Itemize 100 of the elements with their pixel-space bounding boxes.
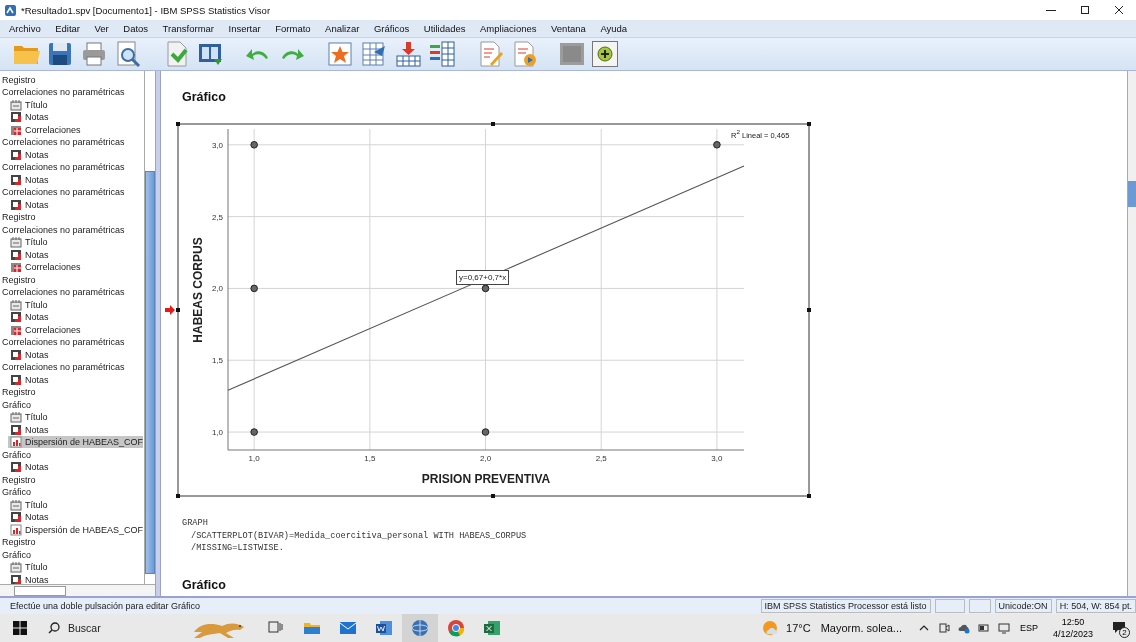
- tree-item[interactable]: Notas: [8, 148, 49, 161]
- tree-item[interactable]: Correlaciones no paramétricas: [0, 161, 125, 174]
- tree-item[interactable]: Notas: [8, 573, 49, 585]
- tree-item[interactable]: Registro: [0, 536, 36, 549]
- x-tick-label: 1,5: [364, 454, 376, 464]
- tree-item[interactable]: Registro: [0, 73, 36, 86]
- tree-item[interactable]: Notas: [8, 373, 49, 386]
- network-icon: [998, 622, 1010, 634]
- menu-item[interactable]: Ver: [88, 22, 115, 36]
- tree-item[interactable]: Correlaciones: [8, 261, 81, 274]
- syntax-line: GRAPH: [182, 518, 209, 531]
- download-table-button[interactable]: [394, 40, 422, 69]
- resize-handle[interactable]: [807, 122, 811, 127]
- menu-item[interactable]: Editar: [49, 22, 86, 36]
- temperature: 17°C: [786, 622, 811, 634]
- title-page-icon: [10, 298, 22, 311]
- menu-item[interactable]: Ayuda: [594, 22, 634, 36]
- notes-icon: [10, 111, 22, 124]
- tree-item[interactable]: Notas: [8, 511, 49, 524]
- tree-item[interactable]: Notas: [8, 111, 49, 124]
- menu-item[interactable]: Formato: [269, 22, 317, 36]
- tree-item[interactable]: Notas: [8, 311, 49, 324]
- notifications-button[interactable]: 2: [1102, 614, 1136, 642]
- tree-item[interactable]: Notas: [8, 173, 49, 186]
- menu-item[interactable]: Analizar: [319, 22, 366, 36]
- chart-icon: [10, 523, 22, 536]
- star-chart-button[interactable]: [326, 40, 354, 69]
- tree-item[interactable]: Título: [8, 236, 48, 249]
- y-tick-label: 2,5: [211, 213, 223, 223]
- tree-item[interactable]: Gráfico: [0, 548, 31, 561]
- table-arrow-button[interactable]: [360, 40, 388, 69]
- download-table-icon: [394, 40, 422, 69]
- menu-item[interactable]: Insertar: [222, 22, 267, 36]
- tree-item[interactable]: Correlaciones: [8, 123, 81, 136]
- tree-item[interactable]: Título: [8, 298, 48, 311]
- vertical-scrollbar[interactable]: [144, 71, 155, 585]
- window-title: *Resultado1.spv [Documento1] - IBM SPSS Statistics Visor: [21, 4, 271, 16]
- title-page-icon: [10, 498, 22, 511]
- tree-item[interactable]: Correlaciones no paramétricas: [0, 286, 125, 299]
- language-indicator[interactable]: ESP: [1014, 614, 1044, 642]
- resize-handle[interactable]: [176, 122, 180, 127]
- tree-item[interactable]: Correlaciones no paramétricas: [0, 223, 125, 236]
- list-grid-button[interactable]: [428, 40, 456, 69]
- print-preview-button[interactable]: [114, 40, 142, 69]
- tree-item[interactable]: Registro: [0, 211, 36, 224]
- notification-count: 2: [1119, 627, 1130, 638]
- tree-item[interactable]: Título: [8, 411, 48, 424]
- search-field[interactable]: Buscar: [40, 614, 190, 642]
- menu-item[interactable]: Gráficos: [367, 22, 416, 36]
- tree-item[interactable]: Registro: [0, 273, 36, 286]
- menu-item[interactable]: Datos: [117, 22, 155, 36]
- tree-item[interactable]: Gráfico: [0, 398, 31, 411]
- tree-item[interactable]: Título: [8, 498, 48, 511]
- resize-handle[interactable]: [807, 308, 811, 313]
- tree-item[interactable]: Notas: [8, 461, 49, 474]
- tree-item[interactable]: Correlaciones no paramétricas: [0, 186, 125, 199]
- resize-handle[interactable]: [491, 122, 495, 127]
- tree-item[interactable]: Correlaciones no paramétricas: [0, 336, 125, 349]
- time: 12:50: [1061, 616, 1085, 628]
- menu-item[interactable]: Transformar: [156, 22, 220, 36]
- tree-item[interactable]: Gráfico: [0, 448, 31, 461]
- tree-item[interactable]: Correlaciones no paramétricas: [0, 86, 125, 99]
- clock[interactable]: 12:50 4/12/2023: [1044, 614, 1102, 642]
- add-button[interactable]: [592, 41, 618, 68]
- close-icon: [1114, 5, 1124, 15]
- tree-item[interactable]: Dispersión de HABEAS_COF: [8, 523, 144, 536]
- vertical-scrollbar[interactable]: [1127, 71, 1136, 597]
- tree-item[interactable]: Notas: [8, 248, 49, 261]
- resize-handle[interactable]: [176, 494, 180, 499]
- tree-item[interactable]: Correlaciones no paramétricas: [0, 136, 125, 149]
- tree-item[interactable]: Correlaciones no paramétricas: [0, 361, 125, 374]
- weather-summary: Mayorm. solea...: [820, 622, 902, 634]
- tree-item[interactable]: Notas: [8, 198, 49, 211]
- menu-item[interactable]: Ampliaciones: [474, 22, 543, 36]
- tree-item[interactable]: Correlaciones: [8, 323, 81, 336]
- tree-item[interactable]: Gráfico: [0, 486, 31, 499]
- resize-handle[interactable]: [491, 494, 495, 499]
- tree-item[interactable]: Notas: [8, 423, 49, 436]
- print-button[interactable]: [80, 40, 108, 69]
- tree-item[interactable]: Dispersión de HABEAS_COF: [8, 436, 144, 449]
- weather-button[interactable]: 17°C Mayorm. solea...: [762, 614, 914, 642]
- tree-item[interactable]: Título: [8, 561, 48, 574]
- date: 4/12/2023: [1052, 628, 1093, 640]
- horizontal-scrollbar[interactable]: [0, 584, 155, 597]
- tree-item[interactable]: Notas: [8, 348, 49, 361]
- table-icon: [10, 323, 22, 336]
- menu-item[interactable]: Ventana: [545, 22, 592, 36]
- menu-item[interactable]: Utilidades: [417, 22, 472, 36]
- meet-icon: [938, 622, 950, 634]
- tree-item[interactable]: Registro: [0, 386, 36, 399]
- menu-item[interactable]: Archivo: [3, 22, 47, 36]
- taskbar-app-button[interactable]: [402, 614, 438, 642]
- status-field: [968, 599, 991, 613]
- data-point: [481, 428, 490, 437]
- tree-item[interactable]: Título: [8, 98, 48, 111]
- tree-item[interactable]: Registro: [0, 473, 36, 486]
- plus-circle-icon: [595, 44, 615, 65]
- chart-icon: [10, 436, 22, 449]
- resize-handle[interactable]: [807, 494, 811, 499]
- status-field: [934, 599, 965, 613]
